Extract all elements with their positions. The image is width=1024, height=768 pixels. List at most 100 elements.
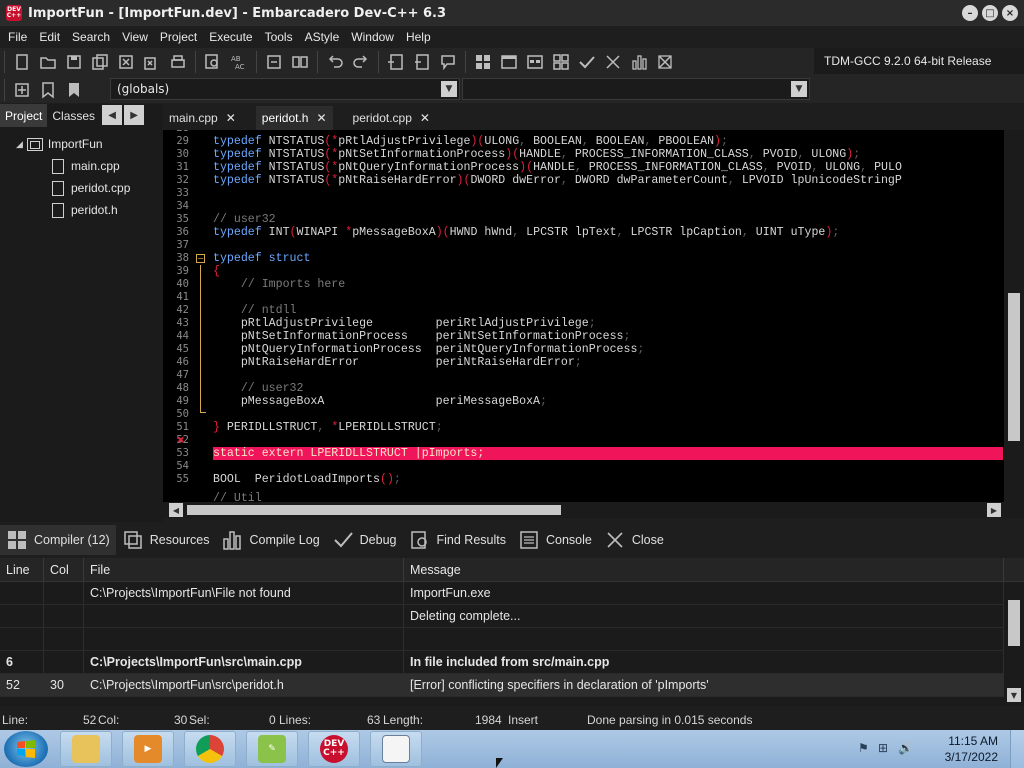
unindent-icon[interactable] — [410, 50, 434, 74]
menu-window[interactable]: Window — [345, 30, 400, 44]
column-header-line[interactable]: Line — [0, 558, 44, 581]
menu-edit[interactable]: Edit — [33, 30, 66, 44]
column-header-file[interactable]: File — [84, 558, 404, 581]
minimize-button[interactable]: – — [962, 5, 978, 21]
scrollbar-thumb[interactable] — [1008, 600, 1020, 646]
tab-compiler[interactable]: Compiler (12) — [0, 525, 116, 555]
scrollbar-thumb[interactable] — [1008, 293, 1020, 441]
rebuild-icon[interactable] — [549, 50, 573, 74]
tree-item-main-cpp[interactable]: main.cpp — [0, 155, 163, 177]
tab-main-cpp[interactable]: main.cpp ✕ — [163, 106, 242, 130]
tab-debug[interactable]: Debug — [326, 525, 403, 555]
close-window-button[interactable]: × — [1002, 5, 1018, 21]
close-icon[interactable]: ✕ — [420, 111, 430, 125]
table-row[interactable] — [0, 628, 1024, 651]
table-row-selected[interactable]: 52 30 C:\Projects\ImportFun\src\peridot.… — [0, 674, 1024, 697]
bookmark-icon[interactable] — [436, 50, 460, 74]
taskbar-explorer[interactable] — [60, 731, 112, 767]
save-icon[interactable] — [62, 50, 86, 74]
taskbar-chrome[interactable] — [184, 731, 236, 767]
scope-combo[interactable]: (globals) ▼ — [110, 78, 460, 100]
column-header-message[interactable]: Message — [404, 558, 1004, 581]
tab-find-results[interactable]: Find Results — [403, 525, 512, 555]
close-icon[interactable]: ✕ — [316, 111, 326, 125]
undo-icon[interactable] — [323, 50, 347, 74]
new-file-icon[interactable] — [10, 50, 34, 74]
chevron-left-icon[interactable]: ◀ — [102, 105, 123, 125]
menu-search[interactable]: Search — [66, 30, 116, 44]
tab-peridot-h[interactable]: peridot.h ✕ — [255, 106, 333, 130]
close-all-icon[interactable] — [140, 50, 164, 74]
menu-execute[interactable]: Execute — [203, 30, 258, 44]
start-button[interactable] — [4, 731, 48, 767]
debug-check-icon[interactable] — [575, 50, 599, 74]
taskbar-media-player[interactable]: ▶ — [122, 731, 174, 767]
network-icon[interactable]: ⊞ — [878, 741, 894, 757]
chevron-down-icon[interactable]: ▼ — [791, 81, 807, 97]
tab-peridot-cpp[interactable]: peridot.cpp ✕ — [347, 106, 436, 130]
fold-collapse-icon[interactable]: − — [196, 254, 205, 263]
close-file-icon[interactable] — [114, 50, 138, 74]
toggle-bookmark-icon[interactable] — [36, 78, 60, 102]
taskbar-window[interactable] — [370, 731, 422, 767]
tree-item-project[interactable]: ◢ ImportFun — [0, 133, 163, 155]
menu-view[interactable]: View — [116, 30, 154, 44]
tab-console[interactable]: Console — [512, 525, 598, 555]
chevron-down-icon[interactable]: ▼ — [441, 81, 457, 97]
tab-close[interactable]: Close — [598, 525, 670, 555]
table-row[interactable]: 6 C:\Projects\ImportFun\src\main.cpp In … — [0, 651, 1024, 674]
scroll-right-icon[interactable]: ▶ — [987, 503, 1001, 517]
chevron-right-icon[interactable]: ▶ — [124, 105, 145, 125]
tree-item-peridot-h[interactable]: peridot.h — [0, 199, 163, 221]
compile-run-icon[interactable] — [523, 50, 547, 74]
tab-project[interactable]: Project — [0, 104, 48, 127]
goto-bookmark-icon[interactable] — [62, 78, 86, 102]
expand-triangle-icon[interactable]: ◢ — [16, 139, 23, 150]
tree-item-peridot-cpp[interactable]: peridot.cpp — [0, 177, 163, 199]
messages-vertical-scrollbar[interactable]: ▼ — [1004, 582, 1024, 706]
redo-icon[interactable] — [349, 50, 373, 74]
tab-compile-log[interactable]: Compile Log — [215, 525, 325, 555]
taskbar-notepad[interactable]: ✎ — [246, 731, 298, 767]
delete-profile-icon[interactable] — [653, 50, 677, 74]
member-combo[interactable]: ▼ — [462, 78, 810, 100]
scrollbar-thumb[interactable] — [187, 505, 561, 515]
indent-icon[interactable] — [384, 50, 408, 74]
column-header-col[interactable]: Col — [44, 558, 84, 581]
print-icon[interactable] — [166, 50, 190, 74]
close-icon[interactable]: ✕ — [226, 111, 236, 125]
scroll-left-icon[interactable]: ◀ — [169, 503, 183, 517]
clock-date[interactable]: 3/17/2022 — [945, 750, 998, 764]
comment-icon[interactable] — [262, 50, 286, 74]
stop-icon[interactable] — [601, 50, 625, 74]
find-icon[interactable] — [201, 50, 225, 74]
menu-help[interactable]: Help — [400, 30, 437, 44]
action-center-icon[interactable]: ⚑ — [858, 741, 874, 757]
maximize-button[interactable]: □ — [982, 5, 998, 21]
save-all-icon[interactable] — [88, 50, 112, 74]
editor-horizontal-scrollbar[interactable]: ◀ ▶ — [163, 502, 1024, 518]
open-folder-icon[interactable] — [36, 50, 60, 74]
clock-time[interactable]: 11:15 AM — [948, 734, 998, 748]
show-desktop-button[interactable] — [1010, 730, 1024, 768]
compile-icon[interactable] — [471, 50, 495, 74]
table-row[interactable]: C:\Projects\ImportFun\File not found Imp… — [0, 582, 1024, 605]
editor-vertical-scrollbar[interactable] — [1004, 130, 1024, 502]
error-marker-icon[interactable]: ✖ — [177, 436, 187, 446]
tab-classes[interactable]: Classes — [47, 104, 100, 127]
profile-chart-icon[interactable] — [627, 50, 651, 74]
menu-file[interactable]: File — [2, 30, 33, 44]
taskbar-devcpp[interactable]: DEV C++ — [308, 731, 360, 767]
menu-tools[interactable]: Tools — [259, 30, 299, 44]
replace-icon[interactable]: AB AC — [227, 50, 251, 74]
run-icon[interactable] — [497, 50, 521, 74]
volume-icon[interactable]: 🔊 — [898, 741, 914, 757]
menu-project[interactable]: Project — [154, 30, 203, 44]
tab-resources[interactable]: Resources — [116, 525, 216, 555]
menu-astyle[interactable]: AStyle — [299, 30, 346, 44]
insert-icon[interactable] — [10, 78, 34, 102]
uncomment-icon[interactable] — [288, 50, 312, 74]
code-area[interactable]: typedef NTSTATUS(*pRtlAdjustPrivilege)(U… — [213, 130, 1003, 502]
table-row[interactable]: Deleting complete... — [0, 605, 1024, 628]
compiler-select[interactable]: TDM-GCC 9.2.0 64-bit Release — [814, 48, 1024, 74]
